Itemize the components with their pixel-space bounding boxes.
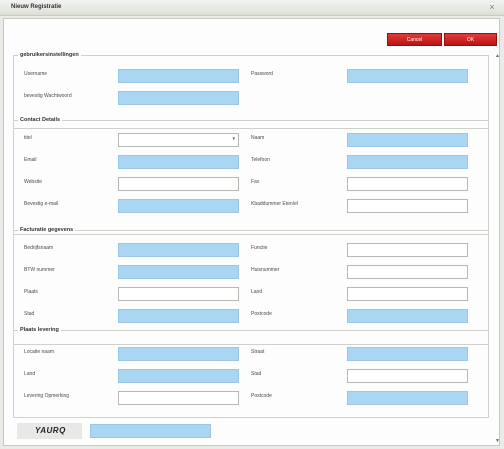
close-icon[interactable]: × <box>487 2 497 12</box>
label-delivery-city: Stad <box>251 371 262 377</box>
section-title-user: gebruikersinstellingen <box>18 52 81 58</box>
username-field[interactable] <box>118 69 239 83</box>
section-contact-details: Contact Details titel ▾ Naam Email Telef… <box>13 117 489 235</box>
email-field[interactable] <box>118 155 239 169</box>
name-field[interactable] <box>347 133 468 147</box>
postcode-field[interactable] <box>347 309 468 323</box>
delivery-postcode-field[interactable] <box>347 391 468 405</box>
label-delivery-note: Levering Opmerking <box>24 393 70 399</box>
captcha-image: YAURQ <box>17 423 82 439</box>
location-name-field[interactable] <box>118 347 239 361</box>
fax-field[interactable] <box>347 177 468 191</box>
registration-dialog: Cancel OK ▲ ▼ gebruikersinstellingen Use… <box>3 18 500 446</box>
label-company: Bedrijfsnaam <box>24 245 54 251</box>
title-bar: Nieuw Registratie × <box>0 0 504 16</box>
label-house-number: Huisnummer <box>251 267 280 273</box>
label-confirm-email: Bevestig e-mail <box>24 201 59 207</box>
section-delivery: Plaats levering Locatie naam Straat Land… <box>13 327 489 418</box>
country-field[interactable] <box>347 287 468 301</box>
company-field[interactable] <box>118 243 239 257</box>
section-title-contact: Contact Details <box>18 117 63 123</box>
scroll-up-icon[interactable]: ▲ <box>495 53 500 59</box>
label-name: Naam <box>251 135 265 141</box>
captcha-input[interactable] <box>90 424 211 438</box>
scroll-down-icon[interactable]: ▼ <box>495 438 500 444</box>
website-field[interactable] <box>118 177 239 191</box>
label-website: Website <box>24 179 42 185</box>
label-place: Plaats <box>24 289 38 295</box>
password-field[interactable] <box>347 69 468 83</box>
ok-button[interactable]: OK <box>444 33 497 46</box>
section-title-billing: Facturatie gegevens <box>18 227 76 233</box>
label-fax: Fax <box>251 179 260 185</box>
delivery-note-field[interactable] <box>118 391 239 405</box>
section-user-settings: gebruikersinstellingen Username Password… <box>13 52 489 129</box>
vat-field[interactable] <box>118 265 239 279</box>
captcha-text: YAURQ <box>35 426 66 435</box>
label-vat: BTW nummer <box>24 267 55 273</box>
label-email: Email <box>24 157 37 163</box>
kvk-field[interactable] <box>347 199 468 213</box>
section-billing: Facturatie gegevens Bedrijfsnaam Functie… <box>13 227 489 345</box>
label-username: Username <box>24 71 48 77</box>
phone-field[interactable] <box>347 155 468 169</box>
label-phone: Telefoon <box>251 157 270 163</box>
label-country: Land <box>251 289 263 295</box>
label-street: Straat <box>251 349 265 355</box>
confirm-email-field[interactable] <box>118 199 239 213</box>
city-field[interactable] <box>118 309 239 323</box>
place-field[interactable] <box>118 287 239 301</box>
chevron-down-icon: ▾ <box>232 136 235 142</box>
label-location-name: Locatie naam <box>24 349 55 355</box>
label-confirm-password: bevestig Wachtwoord <box>24 93 72 99</box>
title-select[interactable]: ▾ <box>118 133 239 147</box>
window-title: Nieuw Registratie <box>11 4 62 10</box>
label-title: titel <box>24 135 32 141</box>
delivery-country-field[interactable] <box>118 369 239 383</box>
label-city: Stad <box>24 311 35 317</box>
section-title-delivery: Plaats levering <box>18 327 61 333</box>
label-password: Password <box>251 71 273 77</box>
confirm-password-field[interactable] <box>118 91 239 105</box>
label-kvk: Kbaddummer Eten/el <box>251 201 298 207</box>
label-delivery-postcode: Postcode <box>251 393 272 399</box>
street-field[interactable] <box>347 347 468 361</box>
house-number-field[interactable] <box>347 265 468 279</box>
cancel-button[interactable]: Cancel <box>387 33 442 46</box>
label-function: Functie <box>251 245 268 251</box>
label-delivery-country: Land <box>24 371 36 377</box>
delivery-city-field[interactable] <box>347 369 468 383</box>
function-field[interactable] <box>347 243 468 257</box>
label-postcode: Postcode <box>251 311 272 317</box>
